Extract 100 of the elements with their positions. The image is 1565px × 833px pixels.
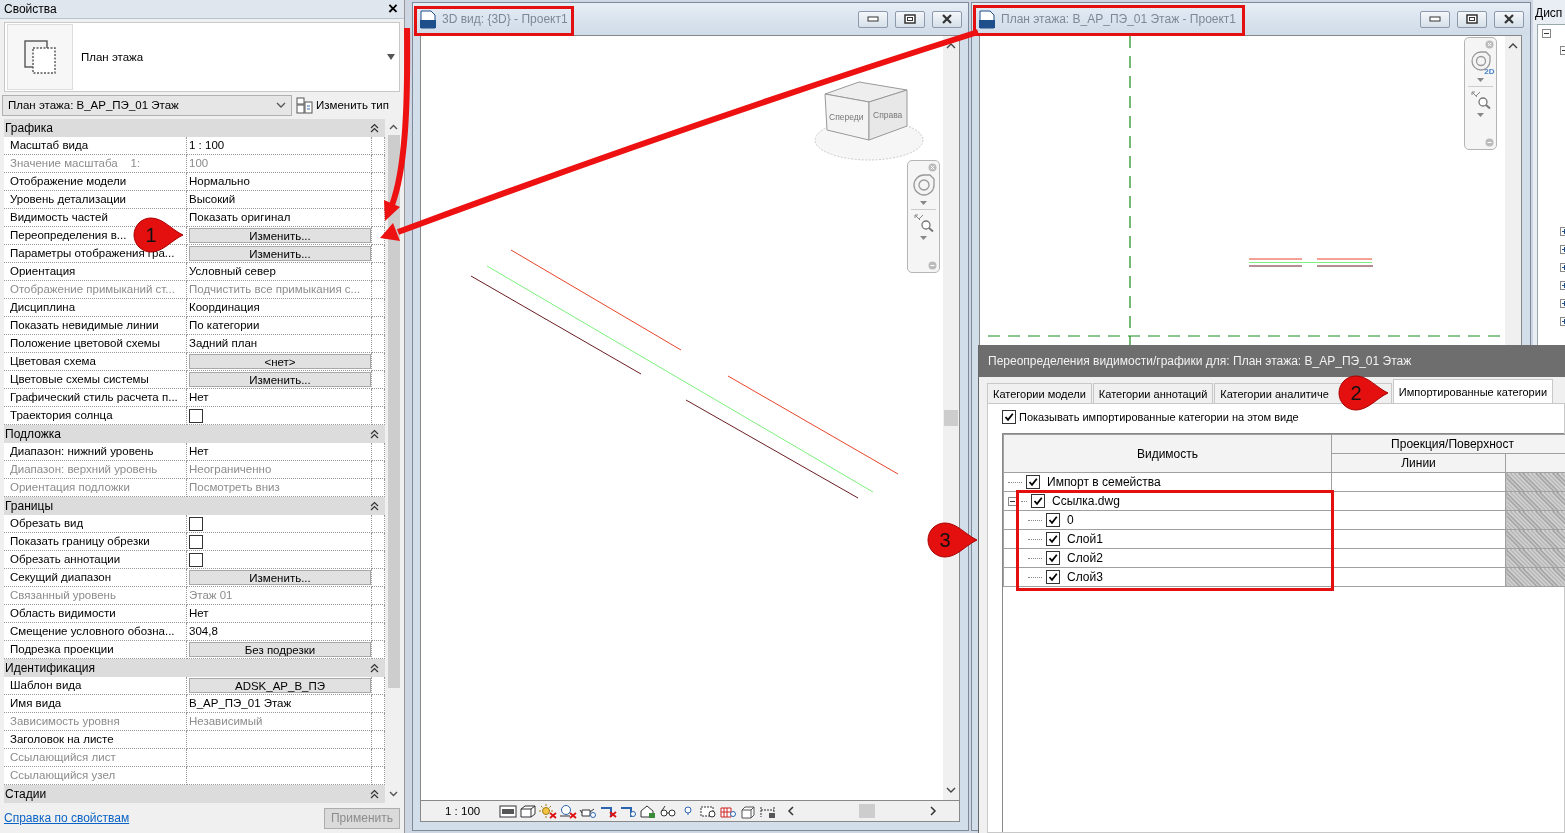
close-button[interactable] (1494, 10, 1524, 28)
close-button[interactable] (932, 10, 962, 28)
restore-button[interactable] (895, 10, 925, 28)
property-label: Показать невидимые линии (4, 317, 187, 335)
property-button[interactable]: ADSK_АР_В_ПЭ (189, 678, 371, 693)
minimize-button[interactable] (858, 10, 888, 28)
view-mode-label: 2D (1484, 67, 1495, 76)
section-header[interactable]: Графика (4, 119, 385, 137)
property-label: Имя вида (4, 695, 187, 713)
section-header[interactable]: Стадии (4, 785, 385, 803)
property-label: Шаблон вида (4, 677, 187, 695)
checkbox[interactable] (1031, 494, 1045, 508)
cube-face-label[interactable]: Спереди (829, 112, 864, 122)
property-button[interactable]: <нет> (189, 354, 371, 369)
glasses-icon[interactable] (659, 803, 677, 819)
caret-icon[interactable] (1477, 113, 1484, 117)
file-icon (419, 9, 437, 29)
checkbox[interactable] (1046, 513, 1060, 527)
property-button[interactable]: Изменить... (189, 570, 371, 585)
zoom-icon[interactable] (1470, 91, 1491, 109)
close-icon (1503, 14, 1515, 24)
section-header[interactable]: Подложка (4, 425, 385, 443)
globe-icon[interactable] (559, 803, 577, 819)
scroll-right-icon[interactable] (929, 806, 937, 816)
zoom-icon[interactable] (913, 214, 934, 232)
scroll-up-icon[interactable] (389, 124, 398, 130)
scroll-up-icon[interactable] (946, 42, 956, 49)
checkbox[interactable] (1002, 410, 1016, 424)
property-label: Цветовые схемы системы (4, 371, 187, 389)
collapse-icon[interactable] (370, 501, 379, 511)
view-dropdown[interactable]: План этажа: В_АР_ПЭ_01 Этаж (2, 94, 292, 116)
property-value: Показать оригинал (187, 209, 372, 227)
property-label: Уровень детализации (4, 191, 187, 209)
help-link[interactable]: Справка по свойствам (4, 811, 130, 825)
cube-icon[interactable] (519, 803, 537, 819)
cube-icon[interactable] (739, 803, 757, 819)
view-cube-drawing[interactable] (814, 81, 924, 161)
checkbox[interactable] (189, 517, 203, 531)
view-scale[interactable]: 1 : 100 (445, 805, 497, 817)
scroll-down-icon[interactable] (946, 787, 956, 794)
property-label: Графический стиль расчета п... (4, 389, 187, 407)
collapse-icon[interactable] (1542, 29, 1551, 38)
scrollbar-thumb[interactable] (944, 410, 958, 426)
caret-icon[interactable] (387, 54, 395, 60)
restore-button[interactable] (1457, 10, 1487, 28)
type-selector[interactable]: План этажа (4, 22, 400, 92)
category-name: 0 (1067, 513, 1074, 527)
scrollbar-thumb[interactable] (859, 804, 875, 818)
tab[interactable]: Импортированные категории (1392, 379, 1554, 403)
checkbox[interactable] (189, 535, 203, 549)
caret-icon[interactable] (1477, 78, 1484, 82)
property-button[interactable]: Изменить... (189, 228, 371, 243)
checkbox[interactable] (1046, 570, 1060, 584)
frame-icon[interactable] (499, 803, 517, 819)
checkbox[interactable] (189, 553, 203, 567)
property-button[interactable]: Без подрезки (189, 642, 371, 657)
tab[interactable]: Категории аннотаций (1092, 383, 1214, 403)
sun-icon[interactable] (539, 803, 557, 819)
caret-icon[interactable] (920, 236, 927, 240)
property-label: Диапазон: нижний уровень (4, 443, 187, 461)
category-name: Слой1 (1067, 532, 1103, 546)
scroll-down-icon[interactable] (389, 791, 398, 797)
caret-icon[interactable] (276, 101, 286, 109)
section-header[interactable]: Идентификация (4, 659, 385, 677)
property-button[interactable]: Изменить... (189, 372, 371, 387)
collapse-icon[interactable] (370, 789, 379, 799)
tab[interactable]: Категории модели (987, 383, 1092, 403)
property-value: Задний план (187, 335, 372, 353)
property-label: Дисциплина (4, 299, 187, 317)
steering-wheel-icon[interactable] (911, 173, 936, 197)
close-button[interactable]: × (386, 1, 400, 17)
property-button[interactable]: Изменить... (189, 246, 371, 261)
collapse-icon[interactable] (370, 123, 379, 133)
category-name: Ссылка.dwg (1052, 494, 1120, 508)
cube-face-label[interactable]: Справа (873, 110, 903, 120)
column-header[interactable]: Видимость (1003, 434, 1332, 473)
property-value: Независимый (187, 713, 372, 731)
property-label: Ориентация (4, 263, 187, 281)
scrollbar-thumb[interactable] (387, 135, 400, 688)
caret-icon[interactable] (920, 201, 927, 205)
panel-title: Свойства (4, 2, 57, 16)
checkbox[interactable] (1026, 475, 1040, 489)
house-icon[interactable] (639, 803, 657, 819)
steering-wheel-icon[interactable] (1469, 50, 1492, 72)
callout-marker: 3 (926, 521, 978, 559)
checkbox[interactable] (189, 409, 203, 423)
property-value: Нормально (187, 173, 372, 191)
edit-type-button[interactable]: Изменить тип (296, 96, 389, 114)
scroll-left-icon[interactable] (787, 806, 795, 816)
scroll-up-icon[interactable] (1508, 42, 1518, 49)
column-header[interactable]: Проекция/Поверхност (1331, 434, 1565, 454)
checkbox[interactable] (1046, 532, 1060, 546)
checkbox[interactable] (1046, 551, 1060, 565)
property-value: 1 : 100 (187, 137, 372, 155)
section-header[interactable]: Границы (4, 497, 385, 515)
collapse-icon[interactable] (1008, 496, 1017, 506)
collapse-icon[interactable] (370, 663, 379, 673)
collapse-icon[interactable] (370, 429, 379, 439)
minimize-button[interactable] (1420, 10, 1450, 28)
property-value: Нет (187, 605, 372, 623)
